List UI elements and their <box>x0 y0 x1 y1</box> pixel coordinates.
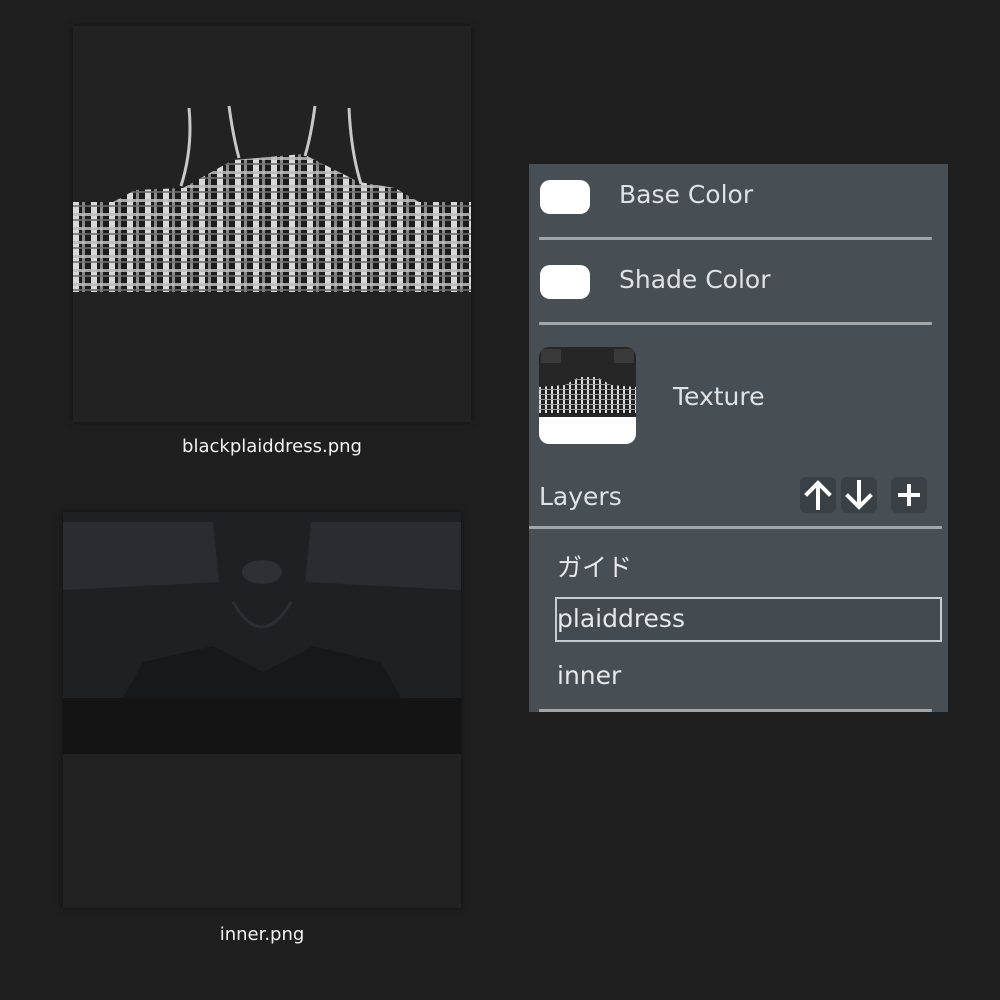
base-color-label: Base Color <box>619 180 754 209</box>
shade-color-swatch[interactable] <box>540 265 590 299</box>
layer-item-plaiddress[interactable]: plaiddress <box>557 604 685 633</box>
file-card-blackplaiddress[interactable]: blackplaiddress.png <box>73 26 471 466</box>
base-color-swatch[interactable] <box>540 180 590 214</box>
plaid-dress-texture-preview <box>73 26 471 422</box>
texture-thumbnail[interactable] <box>539 347 636 444</box>
texture-label: Texture <box>673 382 765 411</box>
file-name-blackplaiddress: blackplaiddress.png <box>182 436 362 457</box>
divider <box>529 526 942 529</box>
arrow-down-icon <box>845 480 873 510</box>
file-thumbnail-blackplaiddress[interactable] <box>73 26 471 422</box>
add-layer-button[interactable] <box>891 477 927 513</box>
file-name-inner: inner.png <box>219 924 305 945</box>
divider <box>539 709 932 712</box>
texture-preview-icon <box>539 347 636 444</box>
file-thumbnail-inner[interactable] <box>63 512 461 908</box>
material-panel: Base Color Shade Color Texture Layers ガイ… <box>529 164 948 712</box>
base-color-row[interactable]: Base Color <box>529 164 948 248</box>
layer-item-guide[interactable]: ガイド <box>557 548 632 584</box>
file-card-inner[interactable]: inner.png <box>63 512 461 952</box>
shade-color-label: Shade Color <box>619 265 771 294</box>
divider <box>539 322 932 325</box>
plus-icon <box>898 484 920 506</box>
texture-row[interactable]: Texture <box>529 334 948 454</box>
move-layer-down-button[interactable] <box>841 477 877 513</box>
shade-color-row[interactable]: Shade Color <box>529 249 948 333</box>
layer-item-inner[interactable]: inner <box>557 661 621 690</box>
inner-texture-preview <box>63 512 461 908</box>
divider <box>539 237 932 240</box>
move-layer-up-button[interactable] <box>800 477 836 513</box>
layers-title: Layers <box>539 482 622 511</box>
arrow-up-icon <box>804 480 832 510</box>
